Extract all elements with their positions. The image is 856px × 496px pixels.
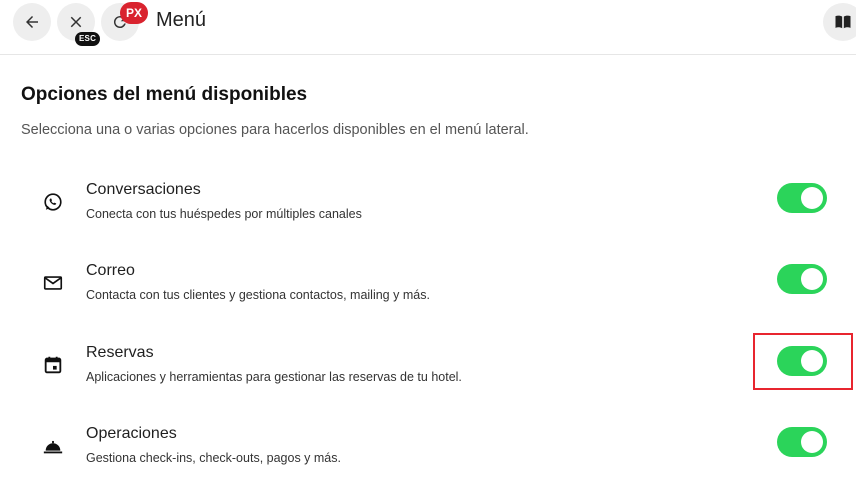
close-icon	[70, 16, 82, 28]
section-description: Selecciona una o varias opciones para ha…	[21, 122, 529, 138]
option-description: Contacta con tus clientes y gestiona con…	[86, 288, 430, 302]
option-label: Reservas	[86, 344, 154, 361]
px-badge: PX	[120, 2, 148, 24]
toggle-knob	[801, 431, 823, 453]
toggle-knob	[801, 268, 823, 290]
option-reservas: Reservas Aplicaciones y herramientas par…	[0, 344, 856, 404]
toggle-correo[interactable]	[777, 264, 827, 294]
option-description: Conecta con tus huéspedes por múltiples …	[86, 207, 362, 221]
toggle-operaciones[interactable]	[777, 427, 827, 457]
book-icon	[835, 15, 851, 29]
section-title: Opciones del menú disponibles	[21, 84, 308, 105]
option-description: Aplicaciones y herramientas para gestion…	[86, 370, 462, 384]
book-button[interactable]	[823, 3, 856, 41]
top-bar: ESC PX Menú	[0, 0, 856, 55]
esc-badge: ESC	[75, 32, 101, 46]
toggle-conversaciones[interactable]	[777, 183, 827, 213]
toggle-knob	[801, 187, 823, 209]
option-conversaciones: Conversaciones Conecta con tus huéspedes…	[0, 181, 856, 241]
page-title: Menú	[156, 9, 207, 31]
calendar-icon	[44, 356, 62, 374]
option-label: Correo	[86, 262, 135, 279]
back-button[interactable]	[13, 3, 51, 41]
option-label: Operaciones	[86, 425, 177, 442]
whatsapp-icon	[44, 193, 62, 211]
room-service-icon	[43, 440, 63, 454]
option-description: Gestiona check-ins, check-outs, pagos y …	[86, 451, 341, 465]
mail-icon	[43, 276, 63, 290]
option-operaciones: Operaciones Gestiona check-ins, check-ou…	[0, 425, 856, 485]
highlight-box	[753, 333, 853, 390]
option-label: Conversaciones	[86, 181, 201, 198]
option-correo: Correo Contacta con tus clientes y gesti…	[0, 262, 856, 322]
arrow-left-icon	[26, 16, 38, 28]
